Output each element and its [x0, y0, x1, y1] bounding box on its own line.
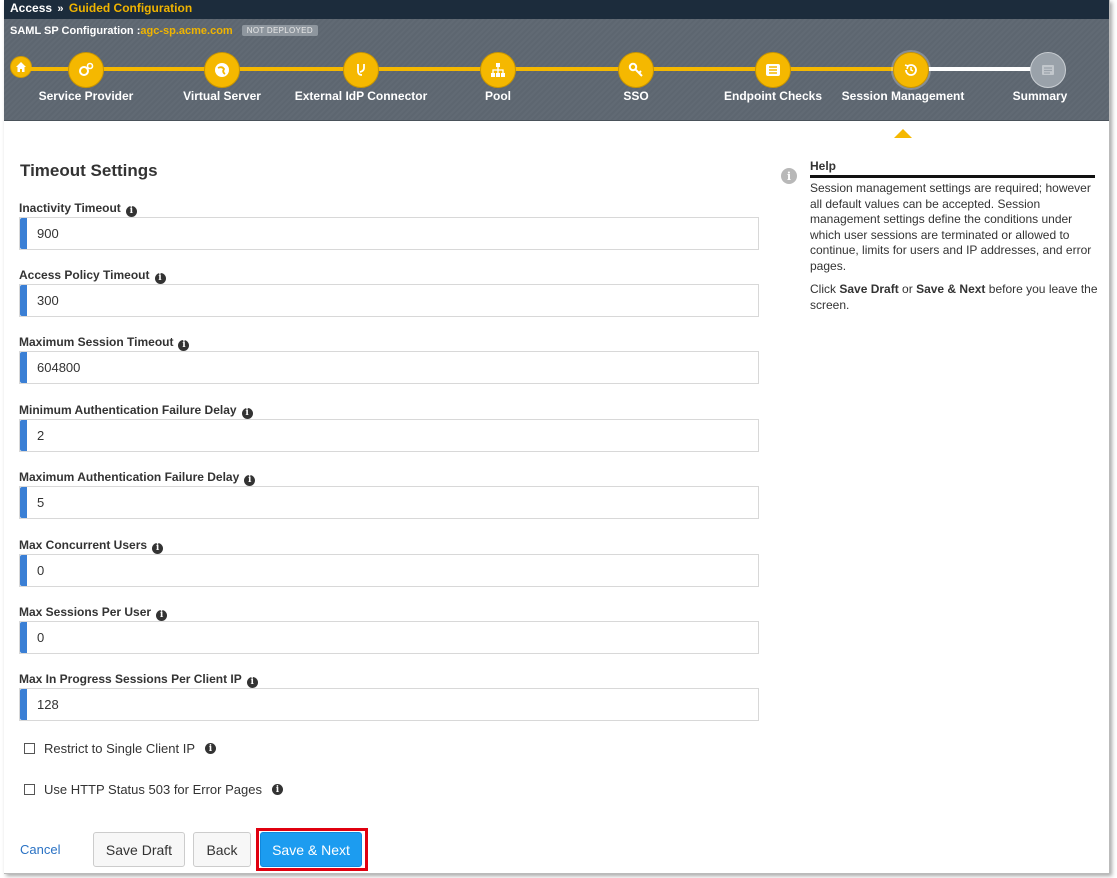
field-label-max-in-progress-sessions-per-client-ip: Max In Progress Sessions Per Client IP i [19, 672, 258, 688]
max-concurrent-users-input[interactable] [37, 555, 737, 586]
section-title: Timeout Settings [20, 161, 158, 180]
configuration-title: SAML SP Configuration :agc-sp.acme.com N… [10, 25, 318, 37]
info-icon[interactable]: i [246, 676, 258, 688]
help-title: Help [810, 159, 837, 173]
step-label-virtual-server[interactable]: Virtual Server [183, 89, 261, 103]
required-indicator [20, 285, 27, 316]
configuration-label: SAML SP Configuration : [10, 25, 141, 37]
max-concurrent-users-field[interactable] [19, 554, 759, 587]
maximum-authentication-failure-delay-input[interactable] [37, 487, 737, 518]
info-icon[interactable]: i [125, 205, 137, 217]
minimum-authentication-failure-delay-field[interactable] [19, 419, 759, 452]
help-paragraph: Session management settings are required… [810, 181, 1092, 273]
help-text: Session management settings are required… [810, 181, 1098, 321]
checkbox-box[interactable] [24, 784, 35, 795]
back-button[interactable]: Back [193, 832, 251, 867]
field-label-max-concurrent-users: Max Concurrent Users i [19, 538, 164, 554]
breadcrumb-separator: » [57, 3, 64, 15]
step-label-session-management[interactable]: Session Management [842, 89, 965, 103]
step-label-sso[interactable]: SSO [623, 89, 648, 103]
info-icon[interactable]: i [178, 339, 190, 351]
required-indicator [20, 622, 27, 653]
required-indicator [20, 352, 27, 383]
step-virtual-server[interactable] [204, 52, 240, 88]
save-next-highlight [256, 828, 368, 871]
save-draft-button[interactable]: Save Draft [93, 832, 185, 867]
info-icon[interactable]: i [152, 542, 164, 554]
info-icon[interactable]: i [244, 474, 256, 486]
step-label-pool[interactable]: Pool [485, 89, 511, 103]
field-label-maximum-session-timeout: Maximum Session Timeout i [19, 335, 190, 351]
home-icon[interactable] [10, 56, 32, 78]
access-policy-timeout-field[interactable] [19, 284, 759, 317]
breadcrumb: Access » Guided Configuration [4, 0, 1109, 19]
maximum-session-timeout-input[interactable] [37, 352, 737, 383]
info-icon[interactable]: i [271, 784, 283, 795]
globe-icon [215, 63, 229, 77]
progress-track-remaining [908, 67, 1048, 71]
step-label-service-provider[interactable]: Service Provider [39, 89, 134, 103]
http-503-error-pages-checkbox[interactable]: Use HTTP Status 503 for Error Pages i [24, 782, 283, 797]
step-label-endpoint-checks[interactable]: Endpoint Checks [724, 89, 822, 103]
step-label-external-idp-connector[interactable]: External IdP Connector [295, 89, 427, 103]
step-external-idp-connector[interactable] [343, 52, 379, 88]
key-icon [628, 62, 643, 77]
step-service-provider[interactable] [68, 52, 104, 88]
info-icon[interactable]: i [156, 609, 168, 621]
help-save-draft-ref: Save Draft [839, 282, 899, 296]
info-icon[interactable]: i [154, 272, 166, 284]
sitemap-icon [491, 63, 505, 77]
breadcrumb-root[interactable]: Access [10, 1, 52, 15]
breadcrumb-current[interactable]: Guided Configuration [69, 1, 192, 15]
help-divider [810, 175, 1095, 178]
wizard-header: SAML SP Configuration :agc-sp.acme.com N… [4, 19, 1109, 138]
guided-configuration-window: Access » Guided Configuration SAML SP Co… [4, 0, 1110, 874]
step-sso[interactable] [618, 52, 654, 88]
checkbox-box[interactable] [24, 743, 35, 754]
max-sessions-per-user-input[interactable] [37, 622, 737, 653]
restrict-single-client-ip-checkbox[interactable]: Restrict to Single Client IP i [24, 741, 217, 756]
max-sessions-per-user-field[interactable] [19, 621, 759, 654]
access-policy-timeout-input[interactable] [37, 285, 737, 316]
field-label-minimum-authentication-failure-delay: Minimum Authentication Failure Delay i [19, 403, 253, 419]
history-icon [904, 64, 917, 76]
checkbox-label[interactable]: Restrict to Single Client IP [44, 741, 195, 756]
required-indicator [20, 218, 27, 249]
document-icon [1042, 65, 1054, 75]
help-save-next-ref: Save & Next [916, 282, 986, 296]
maximum-authentication-failure-delay-field[interactable] [19, 486, 759, 519]
gears-icon [79, 62, 94, 76]
step-pool[interactable] [480, 52, 516, 88]
configuration-host: agc-sp.acme.com [140, 25, 233, 37]
required-indicator [20, 487, 27, 518]
field-label-max-sessions-per-user: Max Sessions Per User i [19, 605, 168, 621]
field-label-inactivity-timeout: Inactivity Timeout i [19, 201, 137, 217]
checkbox-label[interactable]: Use HTTP Status 503 for Error Pages [44, 782, 262, 797]
step-endpoint-checks[interactable] [755, 52, 791, 88]
step-label-summary[interactable]: Summary [1013, 89, 1068, 103]
help-info-icon: i [781, 168, 797, 184]
branch-icon [357, 64, 365, 76]
help-paragraph-save: Click Save Draft or Save & Next before y… [810, 282, 1098, 312]
required-indicator [20, 420, 27, 451]
required-indicator [20, 689, 27, 720]
field-label-maximum-authentication-failure-delay: Maximum Authentication Failure Delay i [19, 470, 256, 486]
max-in-progress-sessions-per-client-ip-field[interactable] [19, 688, 759, 721]
cancel-link[interactable]: Cancel [20, 842, 60, 857]
max-in-progress-sessions-per-client-ip-input[interactable] [37, 689, 737, 720]
list-icon [766, 64, 780, 76]
required-indicator [20, 555, 27, 586]
info-icon[interactable]: i [241, 407, 253, 419]
inactivity-timeout-field[interactable] [19, 217, 759, 250]
step-summary[interactable] [1030, 52, 1066, 88]
maximum-session-timeout-field[interactable] [19, 351, 759, 384]
inactivity-timeout-input[interactable] [37, 218, 737, 249]
step-session-management[interactable] [893, 52, 929, 88]
current-step-pointer [894, 129, 912, 138]
status-badge: NOT DEPLOYED [241, 25, 318, 36]
minimum-authentication-failure-delay-input[interactable] [37, 420, 737, 451]
field-label-access-policy-timeout: Access Policy Timeout i [19, 268, 166, 284]
info-icon[interactable]: i [205, 743, 217, 754]
